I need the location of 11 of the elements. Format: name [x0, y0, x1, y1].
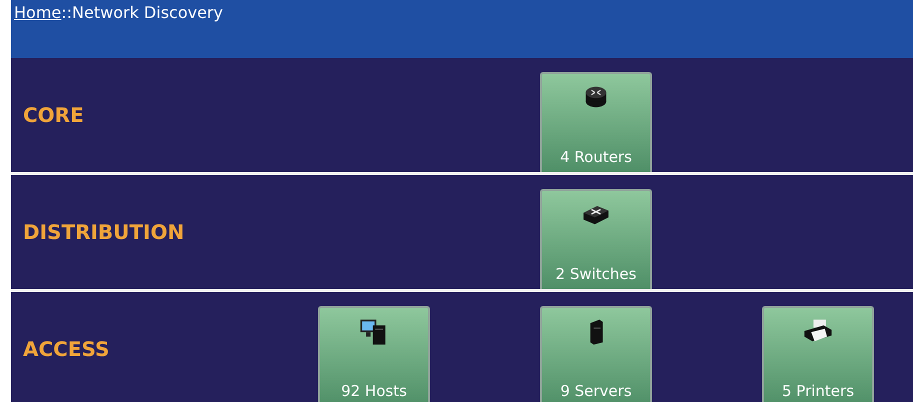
device-button[interactable]: 9 Servers [540, 306, 652, 402]
breadcrumb-separator: :: [61, 3, 72, 22]
layer-name: DISTRIBUTION [22, 220, 186, 244]
page-title: Network Discovery [72, 3, 223, 22]
device-button[interactable]: 2 Switches [540, 189, 652, 289]
device-button[interactable]: 92 Hosts [318, 306, 430, 402]
layer-name: CORE [22, 103, 85, 127]
device-button[interactable]: 4 Routers [540, 72, 652, 172]
layer-name: ACCESS [22, 337, 110, 361]
home-link[interactable]: Home [14, 3, 62, 22]
device-button[interactable]: 5 Printers [762, 306, 874, 402]
